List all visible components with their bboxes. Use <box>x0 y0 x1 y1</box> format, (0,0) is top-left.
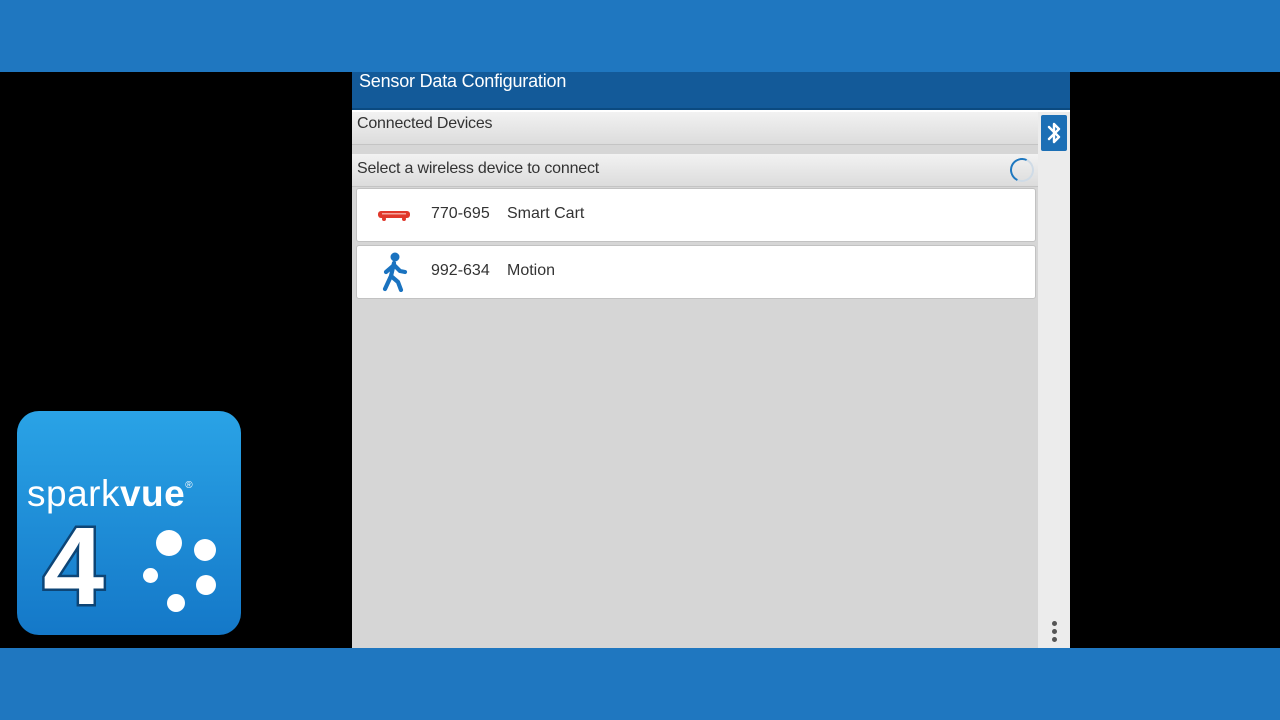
device-id: 992-634 <box>431 262 490 279</box>
connected-devices-label: Connected Devices <box>357 115 493 132</box>
page-title: Sensor Data Configuration <box>359 72 567 91</box>
logo-dot <box>167 594 185 612</box>
logo-version-number: 4 <box>40 503 106 631</box>
sparkvue-logo: sparkvue® 4 <box>17 411 241 635</box>
logo-dot <box>194 539 216 561</box>
overflow-menu-icon[interactable] <box>1046 616 1062 646</box>
logo-dot <box>143 568 158 583</box>
smart-cart-icon <box>371 194 417 236</box>
device-id: 770-695 <box>431 205 490 222</box>
select-device-label: Select a wireless device to connect <box>357 160 600 177</box>
device-item-motion[interactable]: 992-634 Motion <box>356 245 1036 299</box>
device-name: Smart Cart <box>507 205 585 222</box>
app-header: Sensor Data Configuration <box>352 72 1070 110</box>
right-rail <box>1038 112 1070 648</box>
top-band <box>0 0 1280 72</box>
walking-person-icon <box>371 251 417 293</box>
bluetooth-icon <box>1041 115 1067 151</box>
connected-devices-header: Connected Devices <box>352 112 1038 145</box>
bluetooth-button[interactable] <box>1038 112 1070 154</box>
sensor-config-window: Sensor Data Configuration Connected Devi… <box>352 72 1070 648</box>
device-name: Motion <box>507 262 556 279</box>
device-item-smart-cart[interactable]: 770-695 Smart Cart <box>356 188 1036 242</box>
logo-dot <box>196 575 216 595</box>
logo-dot <box>156 530 182 556</box>
sparkvue-logo-panel: sparkvue® 4 <box>8 401 248 647</box>
bottom-band <box>0 648 1280 720</box>
select-device-header: Select a wireless device to connect <box>352 154 1038 187</box>
